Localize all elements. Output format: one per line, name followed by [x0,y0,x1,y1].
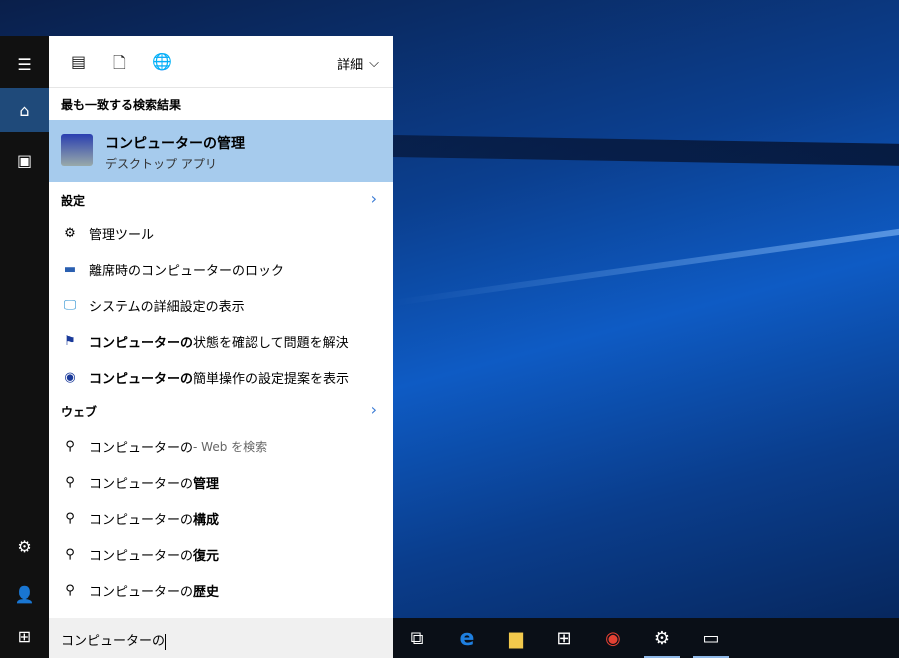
best-match-heading: 最も一致する検索結果 [61,98,182,112]
search-icon: ⚲ [65,474,75,490]
more-filters-button[interactable]: 詳細 ⌵ [337,54,379,73]
apps-filter-icon[interactable]: ▤ [71,52,86,71]
flag-icon: ⚑ [64,333,76,349]
settings-item[interactable]: 🖵 システムの詳細設定の表示 [49,287,393,323]
item-text: コンピューターの [89,440,194,456]
settings-item[interactable]: ⚙ 管理ツール [49,215,393,251]
search-value: コンピューターの [61,634,166,649]
chrome-icon[interactable]: ◉ [589,618,637,658]
best-match-title: コンピューターの管理 [105,136,245,152]
settings-heading: 設定 [61,194,86,208]
item-bold: 管理 [193,476,220,492]
item-bold: コンピューターの [89,371,194,387]
chevron-down-icon: ⌵ [369,56,379,71]
admin-tools-icon: ⚙ [64,225,76,241]
web-item[interactable]: ⚲ コンピューターの 管理 [49,464,393,500]
item-bold: 復元 [193,548,220,564]
start-sidebar: ☰ ⌂ ▣ ⚙ 👤 ⊞ [0,36,49,658]
best-match-result[interactable]: コンピューターの管理 デスクトップ アプリ [49,120,393,182]
item-text: コンピューターの [89,548,194,564]
web-item[interactable]: ⚲ コンピューターの 復元 [49,536,393,572]
web-item[interactable]: ⚲ コンピューターの 構成 [49,500,393,536]
file-explorer-icon[interactable]: ▆ [492,618,540,658]
store-icon[interactable]: ⊞ [540,618,588,658]
text-caret [165,633,167,650]
item-text: コンピューターの [89,476,194,492]
search-icon: ⚲ [65,582,75,598]
search-results-panel: ▤ 🗋 🌐 詳細 ⌵ 最も一致する検索結果 コンピューターの管理 デスクトップ ア… [49,36,393,618]
wallpaper-beam [392,135,899,167]
item-suffix: - Web を検索 [193,439,268,454]
item-text: 離席時のコンピューターのロック [89,263,285,279]
home-icon[interactable]: ⌂ [0,88,49,132]
task-view-icon[interactable]: ⧉ [393,618,441,658]
item-bold: 歴史 [193,584,220,600]
hamburger-menu-icon[interactable]: ☰ [0,42,49,86]
settings-app-icon[interactable]: ⚙ [638,618,686,658]
edge-browser-icon[interactable]: e [443,618,491,658]
settings-item[interactable]: ⚑ コンピューターの 状態を確認して問題を解決 [49,323,393,359]
more-label: 詳細 [337,58,364,73]
item-text: システムの詳細設定の表示 [89,299,245,315]
lock-screen-icon: ▬ [63,261,77,277]
web-item[interactable]: ⚲ コンピューターの 歴史 [49,572,393,608]
item-text: コンピューターの [89,584,194,600]
system-monitor-icon: 🖵 [63,297,77,313]
windows-start-icon[interactable]: ⊞ [0,614,49,658]
documents-filter-icon[interactable]: 🗋 [113,52,126,79]
item-text: 状態を確認して問題を解決 [193,335,349,351]
command-prompt-icon[interactable]: ▭ [687,618,735,658]
taskbar: ⧉ e ▆ ⊞ ◉ ⚙ ▭ [393,618,899,658]
item-text: コンピューターの [89,512,194,528]
web-item[interactable]: ⚲ コンピューターの - Web を検索 [49,428,393,464]
item-text: 管理ツール [89,227,155,243]
settings-item[interactable]: ◉ コンピューターの 簡単操作の設定提案を表示 [49,359,393,395]
search-icon: ⚲ [65,510,75,526]
web-chevron-right-icon[interactable]: › [371,400,377,419]
web-filter-icon[interactable]: 🌐 [152,52,172,71]
ease-of-access-icon: ◉ [64,369,76,385]
feedback-icon[interactable]: 👤 [0,572,49,616]
settings-chevron-right-icon[interactable]: › [371,189,377,208]
computer-management-icon [61,134,93,166]
search-icon: ⚲ [65,546,75,562]
best-match-subtitle: デスクトップ アプリ [105,157,217,171]
search-icon: ⚲ [65,438,75,454]
web-heading: ウェブ [61,405,98,419]
notebook-icon[interactable]: ▣ [0,138,49,182]
settings-gear-icon[interactable]: ⚙ [0,524,49,568]
item-bold: コンピューターの [89,335,194,351]
search-input[interactable]: コンピューターの [49,618,393,658]
item-bold: 構成 [193,512,220,528]
wallpaper-beam [392,227,899,306]
settings-item[interactable]: ▬ 離席時のコンピューターのロック [49,251,393,287]
item-text: 簡単操作の設定提案を表示 [193,371,350,387]
